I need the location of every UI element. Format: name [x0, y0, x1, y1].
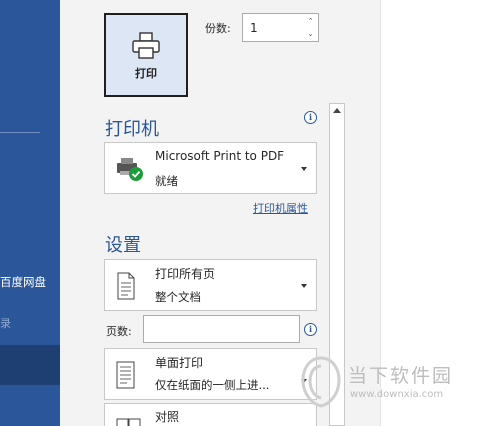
print-range-dropdown[interactable]: 打印所有页 整个文档: [104, 259, 317, 311]
sides-title: 单面打印: [155, 356, 204, 370]
copies-label: 份数:: [205, 22, 231, 35]
collate-dropdown[interactable]: 对照: [104, 403, 317, 426]
selected-printer-name: Microsoft Print to PDF: [155, 149, 285, 163]
dropdown-caret-icon: [301, 284, 307, 288]
printer-info-icon[interactable]: i: [304, 111, 317, 124]
dropdown-caret-icon: [301, 167, 307, 171]
copies-value[interactable]: 1: [250, 21, 258, 35]
print-button-label: 打印: [135, 66, 157, 80]
printer-device-icon: [117, 158, 143, 181]
scroll-up-arrow-icon[interactable]: [333, 108, 341, 113]
watermark-logo-icon: [301, 356, 341, 408]
print-range-title: 打印所有页: [155, 267, 216, 281]
nav-item-baidu-netdisk[interactable]: 百度网盘: [0, 274, 46, 290]
printer-dropdown[interactable]: Microsoft Print to PDF 就绪: [104, 142, 317, 194]
nav-item-partial[interactable]: 录: [0, 315, 11, 331]
pages-label: 页数:: [106, 325, 132, 338]
pages-stack-icon: [117, 272, 135, 300]
watermark-title: 当下软件园: [348, 365, 454, 387]
nav-divider: [0, 132, 40, 133]
collate-icon: [116, 418, 141, 426]
spin-up-icon[interactable]: ⌃: [306, 16, 315, 26]
printer-icon: [132, 31, 160, 59]
print-button[interactable]: 打印: [104, 13, 188, 97]
nav-item-selected[interactable]: [0, 345, 60, 385]
printer-properties-link[interactable]: 打印机属性: [253, 200, 308, 216]
printer-section-title: 打印机: [105, 119, 159, 140]
pages-input[interactable]: [143, 315, 300, 343]
spin-down-icon[interactable]: ⌄: [306, 29, 315, 39]
copies-stepper[interactable]: 1 ⌃ ⌄: [242, 13, 319, 42]
pages-info-icon[interactable]: i: [304, 323, 317, 336]
print-range-subtitle: 整个文档: [155, 290, 201, 304]
watermark-url: www.downxia.com: [350, 389, 444, 400]
sides-dropdown[interactable]: 单面打印 仅在纸面的一侧上进...: [104, 348, 317, 400]
collate-title: 对照: [155, 410, 180, 424]
printer-status: 就绪: [155, 174, 178, 188]
one-sided-page-icon: [116, 361, 135, 389]
sides-subtitle: 仅在纸面的一侧上进...: [155, 378, 270, 392]
settings-section-title: 设置: [105, 235, 141, 256]
backstage-nav: 百度网盘 录: [0, 0, 60, 426]
